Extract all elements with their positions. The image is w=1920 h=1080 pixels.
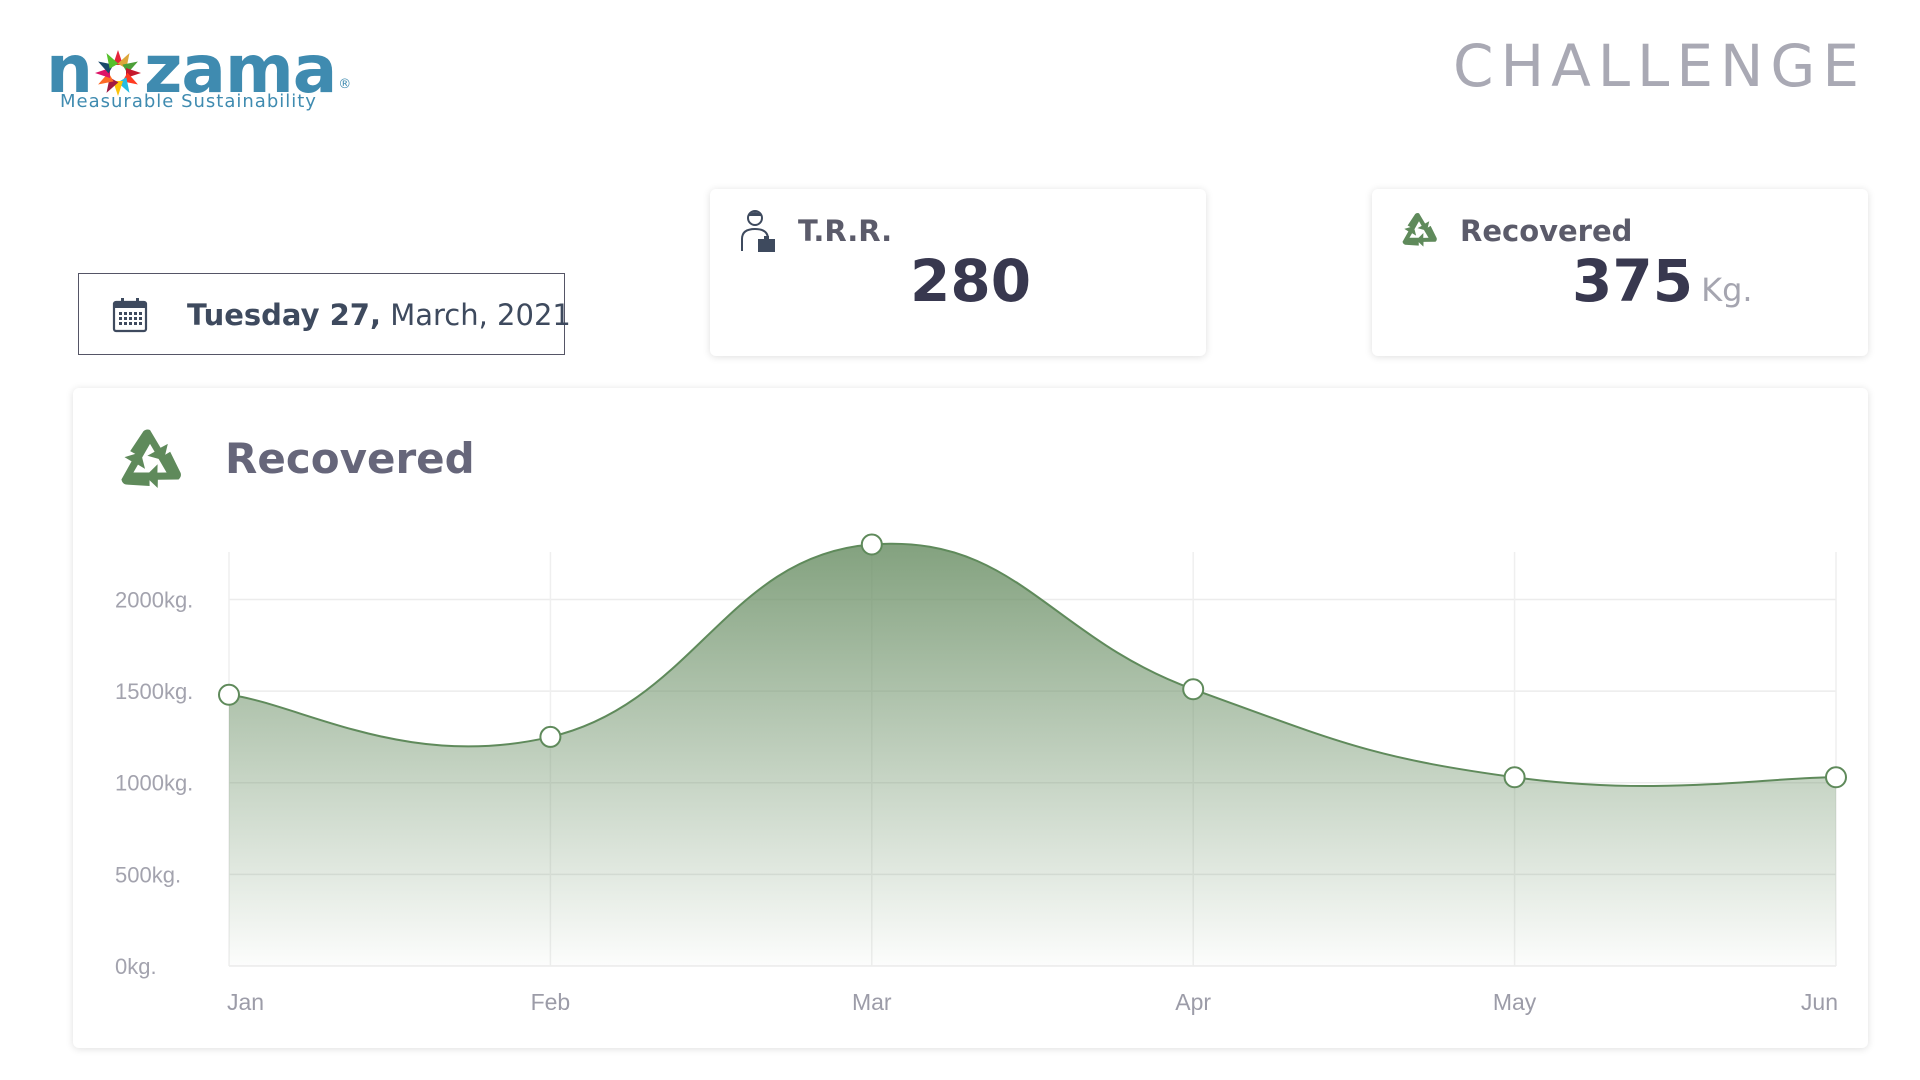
date-label: Tuesday 27, March, 2021	[187, 298, 571, 332]
data-point-jun	[1825, 766, 1847, 789]
date-month-year: March, 2021	[390, 298, 571, 332]
y-tick-label: 500kg.	[115, 862, 181, 887]
kpi-card-recovered: Recovered 375 Kg.	[1372, 189, 1868, 356]
y-tick-label: 2000kg.	[115, 587, 193, 612]
data-point-jan	[218, 683, 240, 706]
worker-icon	[741, 210, 775, 252]
kpi-number: 375	[1572, 247, 1694, 315]
y-tick-label: 1500kg.	[115, 679, 193, 704]
y-tick-label: 0kg.	[115, 954, 157, 979]
brand-logo: n zama ® Measurable Sustainability	[46, 31, 366, 126]
kpi-unit: Kg.	[1701, 271, 1753, 309]
kpi-value: 280	[910, 247, 1032, 315]
x-tick-label: Mar	[852, 989, 892, 1015]
calendar-icon	[112, 298, 148, 333]
date-weekday-day: Tuesday 27,	[187, 298, 381, 332]
x-tick-label: Apr	[1175, 989, 1211, 1015]
data-point-may	[1503, 766, 1526, 789]
x-tick-label: Jun	[1801, 989, 1838, 1015]
kpi-label: T.R.R.	[798, 214, 893, 248]
data-point-mar	[860, 533, 883, 556]
logo-registered-mark: ®	[338, 77, 351, 92]
data-point-feb	[539, 725, 562, 748]
y-tick-label: 1000kg.	[115, 771, 193, 796]
recovered-chart-card: Recovered 0kg. 500kg. 1000kg. 1500kg. 2000kg…	[73, 388, 1868, 1048]
kpi-card-trr: T.R.R. 280	[710, 189, 1206, 356]
data-point-apr	[1182, 678, 1205, 701]
x-tick-label: Feb	[531, 989, 571, 1015]
area-fill	[229, 543, 1836, 966]
logo-tagline: Measurable Sustainability	[60, 91, 317, 112]
recycle-icon	[1402, 213, 1437, 247]
x-tick-label: Jan	[227, 989, 264, 1015]
date-selector[interactable]: Tuesday 27, March, 2021	[78, 273, 571, 355]
page-title: CHALLENGE	[1452, 32, 1866, 100]
kpi-value: 375 Kg.	[1572, 247, 1753, 315]
kpi-label: Recovered	[1460, 214, 1633, 248]
recovered-area-chart: 0kg. 500kg. 1000kg. 1500kg. 2000kg. Jan Feb Mar…	[115, 533, 1847, 1015]
x-tick-label: May	[1493, 989, 1537, 1015]
